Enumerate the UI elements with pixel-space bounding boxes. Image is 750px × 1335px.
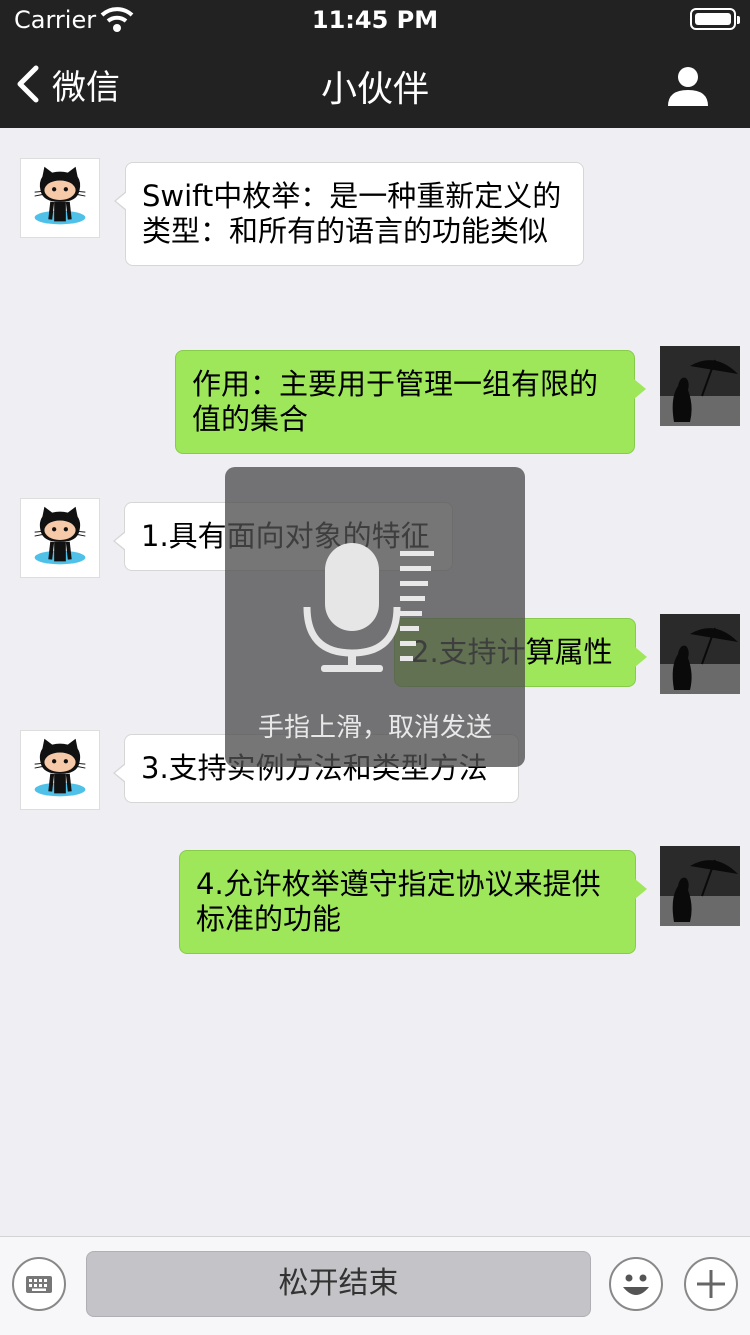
- user-profile-icon[interactable]: [666, 64, 710, 108]
- message-bubble-outgoing[interactable]: 4.允许枚举遵守指定协议来提供标准的功能: [179, 850, 647, 954]
- microphone-icon: [303, 543, 401, 672]
- umbrella-dog-photo: [660, 346, 740, 426]
- voice-recording-overlay: 手指上滑，取消发送: [225, 467, 525, 767]
- umbrella-dog-photo: [660, 846, 740, 926]
- volume-level-indicator: [400, 551, 440, 671]
- hold-to-talk-button[interactable]: 松开结束: [86, 1251, 591, 1317]
- contact-avatar[interactable]: [20, 158, 100, 238]
- plus-icon: [697, 1270, 725, 1298]
- battery-icon: [690, 8, 740, 30]
- umbrella-dog-photo: [660, 614, 740, 694]
- cancel-hint: 手指上滑，取消发送: [257, 713, 492, 743]
- chat-input-bar: 松开结束: [0, 1236, 750, 1335]
- more-options-button[interactable]: [684, 1257, 738, 1311]
- emoji-button[interactable]: [609, 1257, 663, 1311]
- github-octocat-icon: [34, 506, 86, 565]
- github-octocat-icon: [34, 166, 86, 225]
- github-octocat-icon: [34, 738, 86, 797]
- message-bubble-outgoing[interactable]: 作用：主要用于管理一组有限的值的集合: [175, 350, 646, 454]
- clock: 11:45 PM: [311, 6, 439, 34]
- page-title: 小伙伴: [320, 69, 429, 110]
- keyboard-toggle-button[interactable]: [12, 1257, 66, 1311]
- smiley-face-icon: [623, 1274, 649, 1295]
- my-avatar[interactable]: [660, 846, 740, 926]
- my-avatar[interactable]: [660, 614, 740, 694]
- contact-avatar[interactable]: [20, 498, 100, 578]
- keyboard-icon: [26, 1276, 52, 1293]
- status-bar: Carrier 11:45 PM: [0, 0, 750, 40]
- navigation-bar: 微信 小伙伴: [0, 40, 750, 128]
- my-avatar[interactable]: [660, 346, 740, 426]
- message-bubble-incoming[interactable]: Swift中枚举：是一种重新定义的类型：和所有的语言的功能类似: [114, 162, 584, 266]
- contact-avatar[interactable]: [20, 730, 100, 810]
